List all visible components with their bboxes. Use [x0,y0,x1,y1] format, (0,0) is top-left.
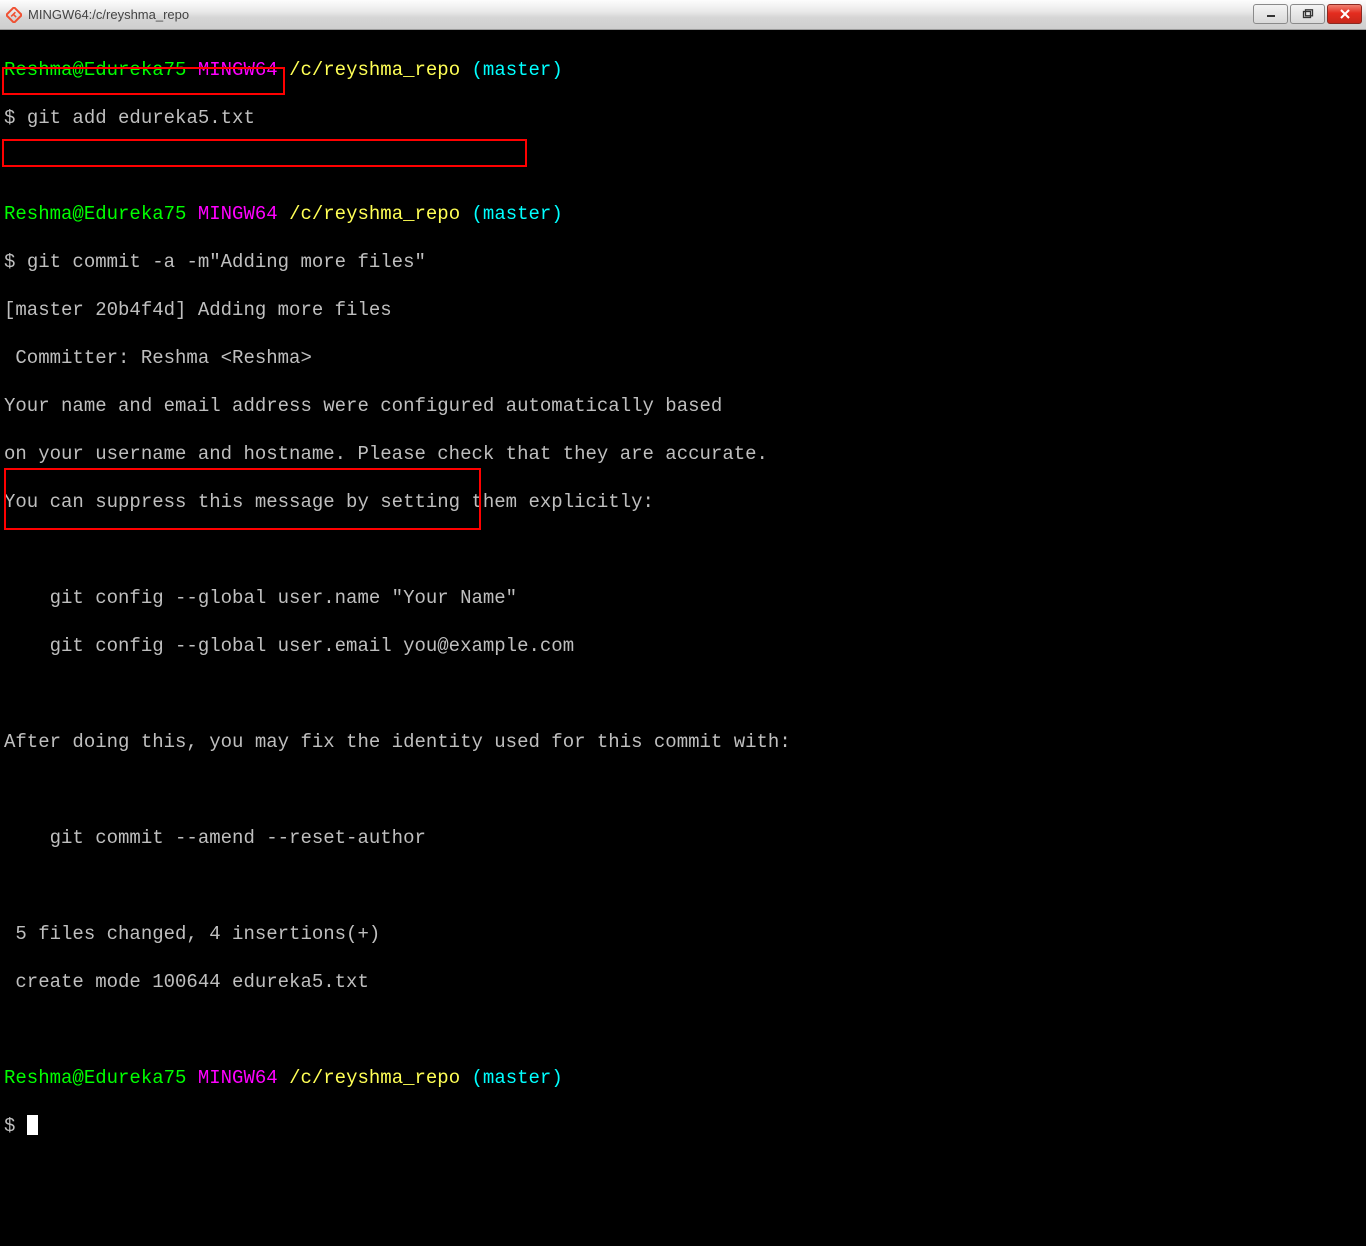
output-line: create mode 100644 edureka5.txt [4,970,1362,994]
blank-line [4,778,1362,802]
prompt-sigil: $ [4,251,15,273]
prompt-shell: MINGW64 [198,1067,278,1089]
prompt-path: /c/reyshma_repo [289,1067,460,1089]
output-line: [master 20b4f4d] Adding more files [4,298,1362,322]
maximize-button[interactable] [1290,4,1325,24]
window-title: MINGW64:/c/reyshma_repo [28,7,189,22]
blank-line [4,682,1362,706]
prompt-shell: MINGW64 [198,59,278,81]
app-icon [6,7,22,23]
prompt-user: Reshma@Edureka75 [4,59,186,81]
output-line: You can suppress this message by setting… [4,490,1362,514]
command-line: $ git commit -a -m"Adding more files" [4,250,1362,274]
command-1: git add edureka5.txt [27,107,255,129]
prompt-line: Reshma@Edureka75 MINGW64 /c/reyshma_repo… [4,1066,1362,1090]
minimize-button[interactable] [1253,4,1288,24]
prompt-user: Reshma@Edureka75 [4,1067,186,1089]
blank-line [4,154,1362,178]
command-line: $ [4,1114,1362,1138]
prompt-path: /c/reyshma_repo [289,203,460,225]
prompt-path: /c/reyshma_repo [289,59,460,81]
prompt-user: Reshma@Edureka75 [4,203,186,225]
output-line: Committer: Reshma <Reshma> [4,346,1362,370]
terminal[interactable]: Reshma@Edureka75 MINGW64 /c/reyshma_repo… [0,30,1366,1246]
close-button[interactable] [1327,4,1362,24]
blank-line [4,538,1362,562]
output-line: Your name and email address were configu… [4,394,1362,418]
cursor [27,1115,38,1135]
command-line: $ git add edureka5.txt [4,106,1362,130]
output-line: on your username and hostname. Please ch… [4,442,1362,466]
blank-line [4,874,1362,898]
blank-line [4,1018,1362,1042]
output-line: git config --global user.email you@examp… [4,634,1362,658]
output-line: git config --global user.name "Your Name… [4,586,1362,610]
prompt-branch: (master) [472,1067,563,1089]
prompt-branch: (master) [472,203,563,225]
command-2: git commit -a -m"Adding more files" [27,251,426,273]
window-titlebar: MINGW64:/c/reyshma_repo [0,0,1366,30]
output-line: 5 files changed, 4 insertions(+) [4,922,1362,946]
prompt-line: Reshma@Edureka75 MINGW64 /c/reyshma_repo… [4,202,1362,226]
prompt-line: Reshma@Edureka75 MINGW64 /c/reyshma_repo… [4,58,1362,82]
prompt-shell: MINGW64 [198,203,278,225]
output-line: After doing this, you may fix the identi… [4,730,1362,754]
prompt-sigil: $ [4,107,15,129]
prompt-branch: (master) [472,59,563,81]
prompt-sigil: $ [4,1115,15,1137]
output-line: git commit --amend --reset-author [4,826,1362,850]
